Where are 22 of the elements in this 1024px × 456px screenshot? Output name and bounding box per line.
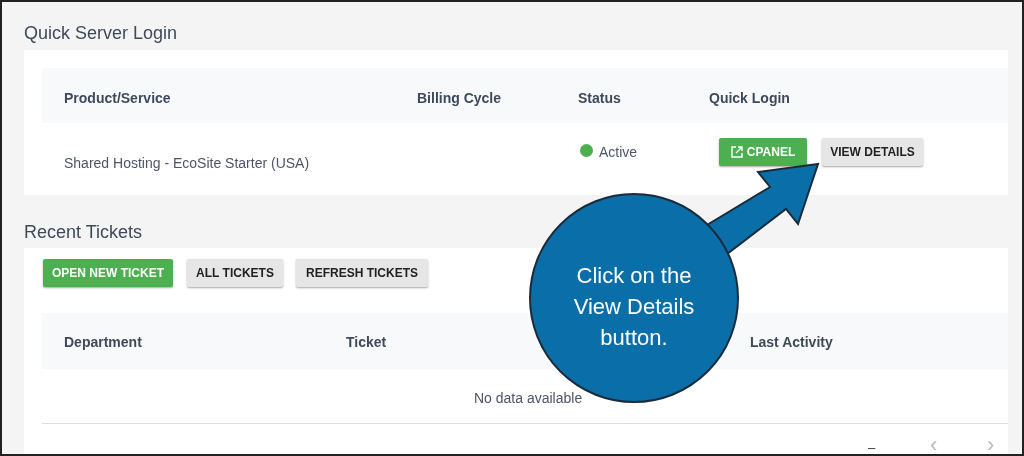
secondary-button[interactable]: REFRESH TICKETS: [296, 259, 428, 287]
section-title: Recent Tickets: [24, 221, 143, 244]
column-header: Billing Cycle: [417, 89, 502, 108]
empty-message: No data available: [474, 389, 583, 408]
next-page-button[interactable]: ›: [987, 434, 995, 454]
column-header: Department: [64, 333, 142, 352]
table-cell-text: Shared Hosting - EcoSite Starter (USA): [64, 154, 310, 173]
column-header: Ticket: [346, 333, 387, 352]
external-link-icon: [730, 146, 743, 158]
callout-text: Click on the View Details button.: [572, 262, 696, 352]
column-header: Product/Service: [64, 89, 171, 108]
secondary-button[interactable]: ALL TICKETS: [187, 259, 283, 287]
column-header: Last Activity: [750, 333, 833, 352]
status-text: Active: [599, 143, 638, 162]
column-header: Quick Login: [709, 89, 790, 108]
primary-button[interactable]: OPEN NEW TICKET: [43, 259, 173, 287]
primary-button[interactable]: CPANEL: [719, 138, 807, 166]
secondary-button[interactable]: VIEW DETAILS: [822, 138, 923, 166]
column-header: Status: [578, 89, 621, 108]
previous-page-button[interactable]: ‹: [930, 434, 938, 454]
section-title: Quick Server Login: [24, 22, 178, 45]
page-range: –: [868, 439, 876, 454]
